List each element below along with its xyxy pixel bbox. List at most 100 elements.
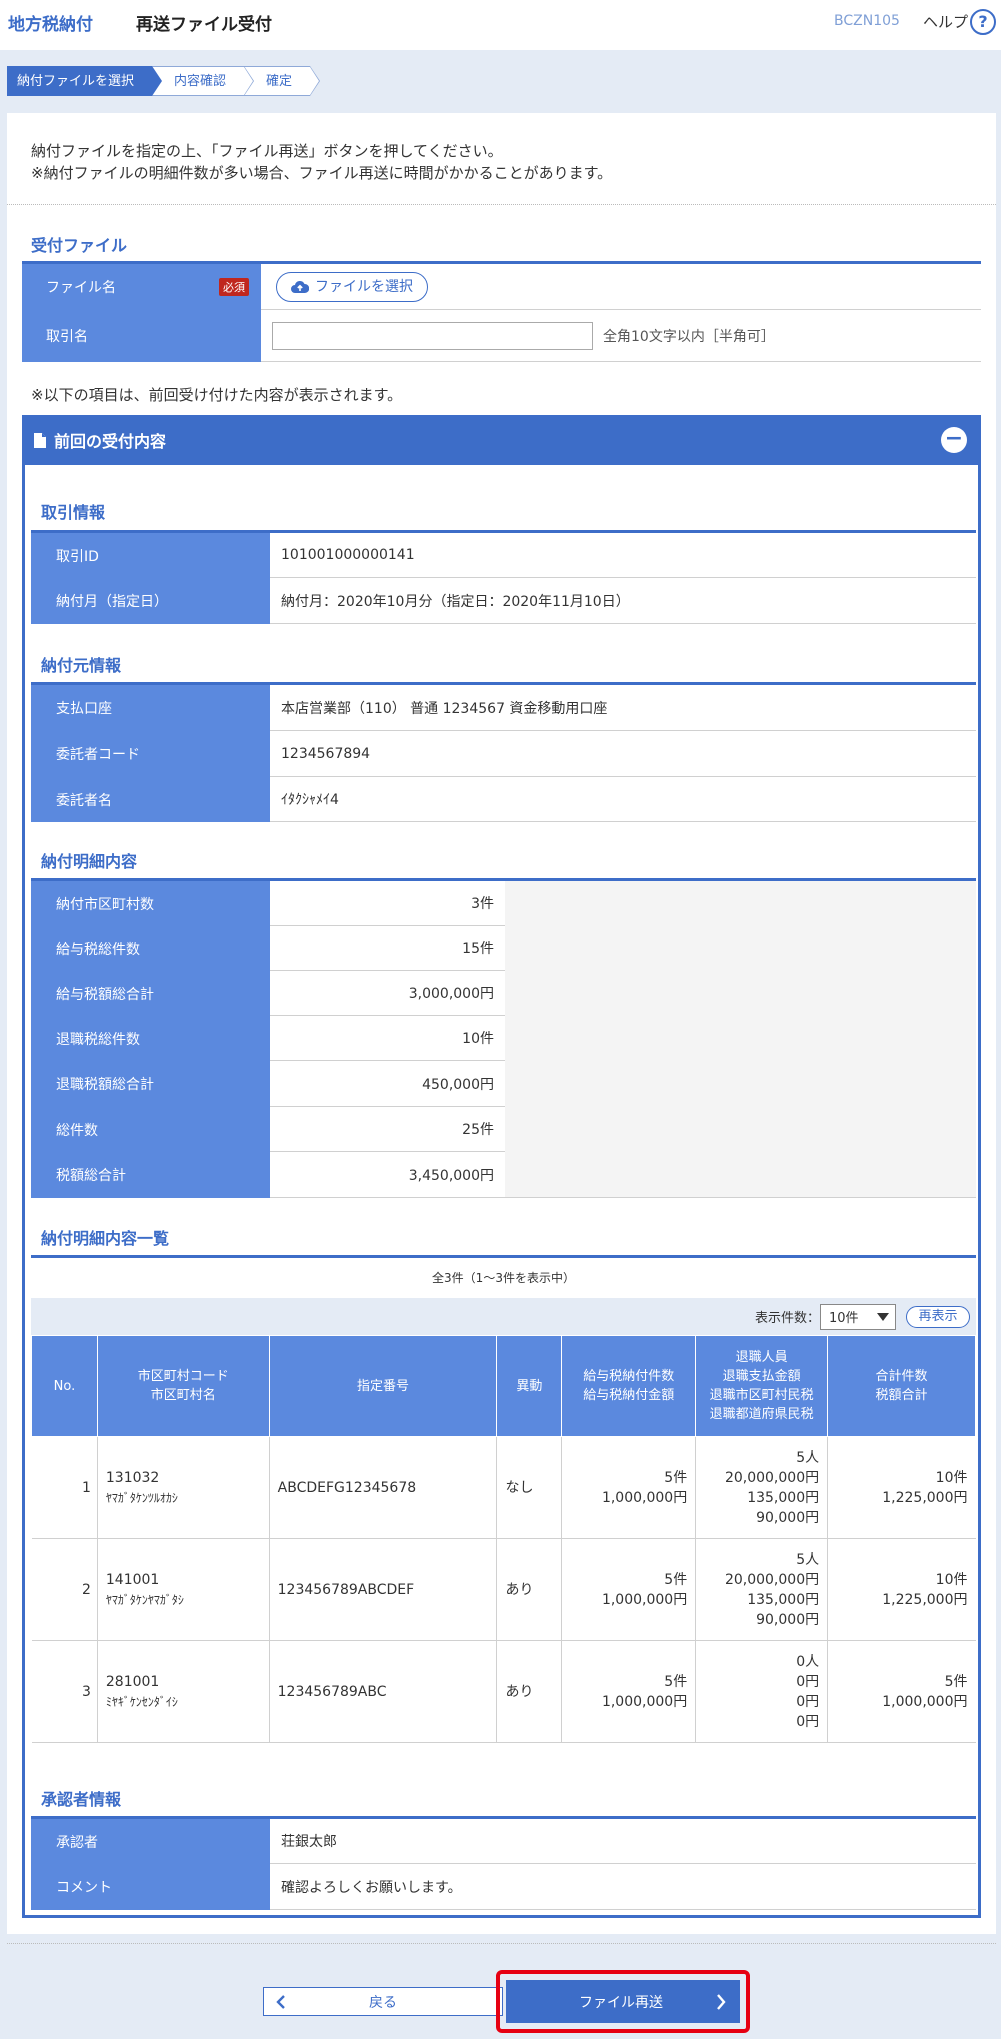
retire-tax-count-label: 退職税総件数 [31,1016,270,1061]
salary-tax-count-label: 給与税総件数 [31,926,270,971]
cell-total-count: 10件 [935,1469,968,1486]
cell-city-code: 141001 [105,1571,160,1588]
cell-salary-amount: 1,000,000円 [601,1591,688,1608]
cell-salary: 5件 1,000,000円 [561,1538,696,1641]
cell-retire-city: 135,000円 [747,1591,820,1608]
cell-retire-pay: 0円 [796,1673,820,1690]
cell-city: 281001 ﾐﾔｷﾞｹﾝｾﾝﾀﾞｲｼ [96,1640,270,1743]
detail-table: No. 市区町村コード 市区町村名 指定番号 異動 給与税納付件数 給与税納付金… [31,1335,976,1743]
chevron-right-icon [717,1993,726,2010]
choose-file-label: ファイルを選択 [315,278,413,295]
cell-salary-amount: 1,000,000円 [601,1693,688,1710]
step-confirm: 内容確認 [152,66,255,96]
file-resend-button[interactable]: ファイル再送 [506,1980,740,2023]
table-row: 3 281001 ﾐﾔｷﾞｹﾝｾﾝﾀﾞｲｼ 123456789ABC あり 5件… [31,1640,976,1743]
salary-tax-total-label: 給与税額総合計 [31,971,270,1016]
col-salary-count: 給与税納付件数 [583,1369,675,1384]
cell-retire-pay: 20,000,000円 [724,1571,820,1588]
previous-content-header[interactable]: 前回の受付内容 − [22,415,981,465]
previous-content-title: 前回の受付内容 [54,432,167,451]
cell-designated: ABCDEFG12345678 [268,1436,497,1539]
city-count-value: 3件 [270,881,505,926]
cell-total-tax: 1,225,000円 [882,1489,968,1506]
detail-summary-title: 納付明細内容 [41,852,138,871]
payment-month-value: 納付月：2020年10月分（指定日：2020年11月10日） [270,578,976,624]
cell-total: 10件 1,225,000円 [827,1436,976,1539]
step-progress: 納付ファイルを選択 内容確認 確定 [7,66,321,96]
cell-total-count: 5件 [944,1673,968,1690]
col-total-tax: 税額合計 [875,1388,928,1403]
page-size-select[interactable]: 10件 [820,1303,896,1330]
col-retire-pay: 退職支払金額 [722,1369,801,1384]
cell-salary-amount: 1,000,000円 [601,1489,688,1506]
cell-salary: 5件 1,000,000円 [561,1640,696,1743]
table-row: 2 141001 ﾔﾏｶﾞﾀｹﾝﾔﾏｶﾞﾀｼ 123456789ABCDEF あ… [31,1538,976,1641]
consignor-code-value: 1234567894 [270,731,976,777]
cell-no: 2 [31,1538,98,1641]
consignor-code-label: 委託者コード [31,731,270,777]
cell-retire: 5人 20,000,000円 135,000円 90,000円 [695,1538,828,1641]
retire-tax-total-value: 450,000円 [270,1061,505,1107]
trade-name-label: 取引名 [22,310,261,362]
trade-name-cell: 全角10文字以内［半角可］ [261,310,981,362]
approver-value: 荘銀太郎 [270,1819,976,1864]
trade-id-label: 取引ID [31,533,270,578]
choose-file-button[interactable]: ファイルを選択 [276,271,428,302]
cell-total: 10件 1,225,000円 [827,1538,976,1641]
divider [7,1943,996,1944]
collapse-icon[interactable]: − [941,427,967,453]
col-city-code: 市区町村コード [137,1369,229,1384]
cell-city-name: ﾔﾏｶﾞﾀｹﾝﾔﾏｶﾞﾀｼ [105,1592,184,1607]
previous-content-note: ※以下の項目は、前回受け付けた内容が表示されます。 [31,386,403,404]
cell-retire: 5人 20,000,000円 135,000円 90,000円 [695,1436,828,1539]
cell-total-count: 10件 [935,1571,968,1588]
cell-city: 141001 ﾔﾏｶﾞﾀｹﾝﾔﾏｶﾞﾀｼ [96,1538,270,1641]
cell-retire-people: 5人 [796,1449,820,1466]
file-resend-label: ファイル再送 [579,1994,663,2011]
back-button[interactable]: 戻る [263,1987,503,2016]
page-title: 再送ファイル受付 [136,15,272,35]
cell-city-name: ﾐﾔｷﾞｹﾝｾﾝﾀﾞｲｼ [105,1694,178,1709]
result-count: 全3件（1～3件を表示中） [432,1271,575,1285]
city-count-label: 納付市区町村数 [31,881,270,926]
cell-salary-count: 5件 [664,1571,688,1588]
detail-summary-filler [505,881,976,1198]
tax-total-value: 3,450,000円 [270,1152,505,1198]
trade-id-value: 101001000000141 [270,533,976,578]
file-name-cell: ファイルを選択 [261,264,981,310]
col-total-count: 合計件数 [875,1369,928,1384]
consignor-name-value: ｲﾀｸｼｬﾒｲ4 [270,777,976,822]
cell-total: 5件 1,000,000円 [827,1640,976,1743]
help-icon[interactable]: ? [970,9,996,35]
help-link[interactable]: ヘルプ [923,11,968,32]
cell-retire-pay: 20,000,000円 [724,1469,820,1486]
cell-retire: 0人 0円 0円 0円 [695,1640,828,1743]
payment-account-value: 本店営業部（110） 普通 1234567 資金移動用口座 [270,685,976,731]
screen-id: BCZN105 [834,13,900,29]
col-salary-amount: 給与税納付金額 [583,1388,675,1403]
tax-total-label: 税額総合計 [31,1152,270,1198]
col-city: 市区町村コード 市区町村名 [96,1335,270,1437]
cell-retire-city: 135,000円 [747,1489,820,1506]
instruction-note: ※納付ファイルの明細件数が多い場合、ファイル再送に時間がかかることがあります。 [31,164,613,182]
page-size-label: 表示件数： [754,1311,820,1326]
retire-tax-total-label: 退職税額総合計 [31,1061,270,1107]
app-title: 地方税納付 [8,15,93,35]
cell-retire-pref: 90,000円 [756,1509,820,1526]
instruction-text: 納付ファイルを指定の上、「ファイル再送」ボタンを押してください。 [31,142,503,160]
col-change: 異動 [496,1335,563,1437]
payment-month-label: 納付月（指定日） [31,578,270,624]
cell-total-tax: 1,225,000円 [882,1591,968,1608]
col-designated: 指定番号 [268,1335,498,1437]
chevron-left-icon [276,1994,285,2009]
trade-name-input[interactable] [272,321,593,350]
cell-designated: 123456789ABC [268,1640,497,1743]
step-select-file: 納付ファイルを選択 [7,66,163,96]
redisplay-button[interactable]: 再表示 [906,1305,970,1328]
back-label: 戻る [369,1994,397,2011]
file-name-label: ファイル名 必須 [22,264,261,310]
col-total: 合計件数 税額合計 [827,1335,976,1437]
trade-name-hint: 全角10文字以内［半角可］ [603,328,775,345]
cell-retire-city: 0円 [796,1693,820,1710]
total-count-value: 25件 [270,1107,505,1152]
